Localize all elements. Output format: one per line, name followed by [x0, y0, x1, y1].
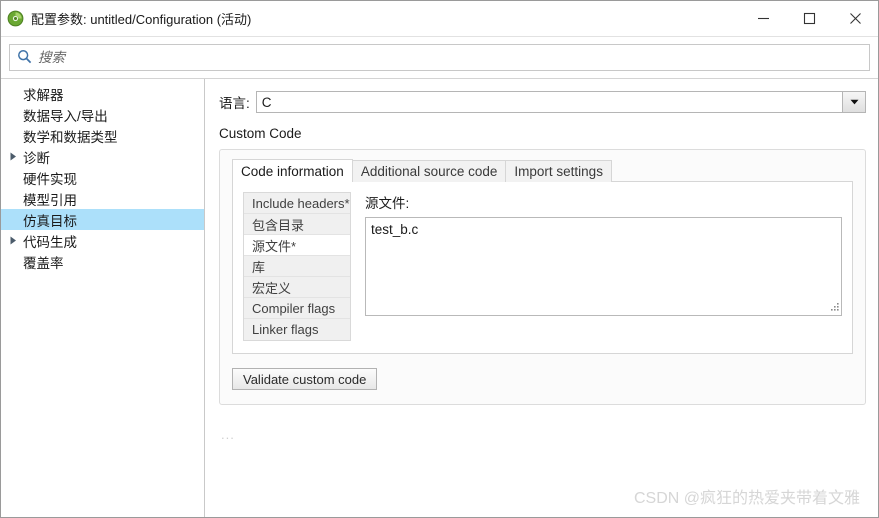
tab-code-information[interactable]: Code information — [232, 159, 353, 182]
custom-code-panel: Code information Additional source code … — [219, 149, 866, 405]
search-box[interactable] — [9, 44, 870, 71]
sidebar-item-label: 数学和数据类型 — [23, 129, 118, 145]
settings-tree: 求解器 数据导入/导出 数学和数据类型 诊断 硬件实现 模型引用 仿真目标 代码… — [1, 79, 205, 517]
body-split: 求解器 数据导入/导出 数学和数据类型 诊断 硬件实现 模型引用 仿真目标 代码… — [1, 78, 878, 517]
close-icon — [849, 13, 861, 24]
window-title: 配置参数: untitled/Configuration (活动) — [31, 12, 252, 27]
source-files-value: test_b.c — [371, 222, 419, 237]
list-item-compiler-flags[interactable]: Compiler flags — [244, 298, 350, 319]
sidebar-item-label: 覆盖率 — [23, 255, 64, 271]
list-item-linker-flags[interactable]: Linker flags — [244, 319, 350, 340]
list-item-include-directories[interactable]: 包含目录 — [244, 214, 350, 235]
simulink-config-icon — [7, 10, 24, 27]
sidebar-item-diagnostics[interactable]: 诊断 — [1, 146, 204, 167]
maximize-icon — [803, 12, 815, 25]
code-information-list: Include headers* 包含目录 源文件* 库 宏定义 Compile… — [243, 192, 351, 341]
sidebar-item-coverage[interactable]: 覆盖率 — [1, 251, 204, 272]
language-row: 语言: C — [219, 91, 866, 113]
search-input[interactable] — [38, 50, 869, 65]
sidebar-item-label: 代码生成 — [23, 234, 77, 250]
list-item-include-headers[interactable]: Include headers* — [244, 193, 350, 214]
list-item-source-files[interactable]: 源文件* — [244, 235, 350, 256]
sidebar-item-label: 数据导入/导出 — [23, 108, 108, 124]
footer-ellipsis: ... — [221, 427, 235, 442]
tab-additional-source-code[interactable]: Additional source code — [352, 160, 507, 182]
tab-strip: Code information Additional source code … — [232, 159, 853, 182]
validate-custom-code-button[interactable]: Validate custom code — [232, 368, 378, 390]
search-icon — [17, 49, 32, 67]
chevron-right-icon[interactable] — [5, 152, 21, 161]
minimize-icon — [757, 17, 769, 20]
search-row — [1, 37, 878, 78]
sidebar-item-solver[interactable]: 求解器 — [1, 83, 204, 104]
sidebar-item-data-import-export[interactable]: 数据导入/导出 — [1, 104, 204, 125]
list-item-libraries[interactable]: 库 — [244, 256, 350, 277]
sidebar-item-simulation-target[interactable]: 仿真目标 — [1, 209, 204, 230]
chevron-right-icon[interactable] — [5, 236, 21, 245]
language-value: C — [261, 94, 272, 110]
sidebar-item-math-data-types[interactable]: 数学和数据类型 — [1, 125, 204, 146]
editor-label: 源文件: — [365, 196, 410, 211]
list-item-defines[interactable]: 宏定义 — [244, 277, 350, 298]
close-button[interactable] — [832, 2, 878, 36]
sidebar-item-label: 求解器 — [23, 87, 64, 103]
sidebar-item-label: 模型引用 — [23, 192, 77, 208]
custom-code-heading: Custom Code — [219, 126, 302, 141]
settings-pane: 语言: C Custom Code Code information Addit… — [205, 79, 878, 517]
source-files-textarea[interactable]: test_b.c — [365, 217, 842, 316]
language-label: 语言: — [219, 96, 250, 111]
title-bar: 配置参数: untitled/Configuration (活动) — [1, 1, 878, 37]
sidebar-item-label: 诊断 — [23, 150, 50, 166]
resize-grip-icon[interactable] — [827, 301, 840, 314]
tab-import-settings[interactable]: Import settings — [506, 160, 612, 182]
editor-area: 源文件: test_b.c — [365, 192, 842, 341]
sidebar-item-code-generation[interactable]: 代码生成 — [1, 230, 204, 251]
sidebar-item-label: 仿真目标 — [23, 213, 77, 229]
chevron-down-icon[interactable] — [842, 92, 865, 112]
sidebar-item-model-referencing[interactable]: 模型引用 — [1, 188, 204, 209]
language-dropdown[interactable]: C — [255, 91, 866, 113]
minimize-button[interactable] — [740, 2, 786, 36]
tab-content-code-information: Include headers* 包含目录 源文件* 库 宏定义 Compile… — [232, 181, 853, 354]
maximize-button[interactable] — [786, 2, 832, 36]
configuration-parameters-window: 配置参数: untitled/Configuration (活动) 搜索 求解器… — [0, 0, 879, 518]
sidebar-item-hardware-implementation[interactable]: 硬件实现 — [1, 167, 204, 188]
sidebar-item-label: 硬件实现 — [23, 171, 77, 187]
